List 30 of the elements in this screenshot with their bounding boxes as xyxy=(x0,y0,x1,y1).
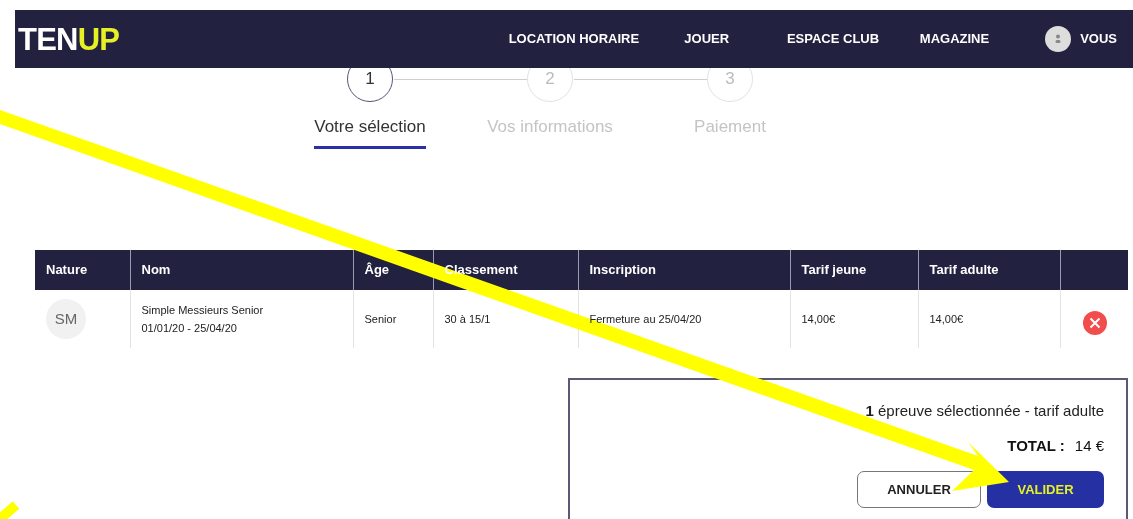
column-header: Classement xyxy=(444,262,518,278)
table-cell: Fermeture au 25/04/20 xyxy=(589,312,702,325)
total-value: 14 € xyxy=(1074,435,1104,456)
event-name: Simple Messieurs Senior xyxy=(141,302,265,318)
column-header: Nom xyxy=(141,262,171,278)
cancel-button[interactable]: ANNULER xyxy=(857,471,981,508)
logo-text[interactable]: UP xyxy=(77,23,120,55)
table-cell: 30 à 15/1 xyxy=(444,312,491,325)
column-header: Âge xyxy=(364,262,390,278)
column-header: Inscription xyxy=(589,262,656,278)
event-dates: 01/01/20 - 25/04/20 xyxy=(141,321,238,336)
nav-link[interactable]: JOUER xyxy=(639,29,730,49)
total-label: TOTAL : xyxy=(1007,435,1065,456)
selection-summary: 1 épreuve sélectionnée - tarif adulte xyxy=(865,401,1104,421)
delete-icon[interactable] xyxy=(1082,311,1107,335)
column-header: Tarif jeune xyxy=(801,262,867,278)
column-header: Tarif adulte xyxy=(929,262,999,278)
nav-link[interactable]: MAGAZINE xyxy=(879,29,990,49)
user-link[interactable]: VOUS xyxy=(1080,29,1117,49)
table-cell: Senior xyxy=(364,312,397,325)
nav-link[interactable]: LOCATION HORAIRE xyxy=(471,29,640,49)
table-cell: 14,00€ xyxy=(929,312,964,325)
step-tab[interactable]: Votre sélection xyxy=(314,114,426,149)
validate-button[interactable]: VALIDER xyxy=(987,471,1104,508)
nav-link[interactable]: ESPACE CLUB xyxy=(729,29,880,49)
table-cell: 14,00€ xyxy=(801,312,836,325)
logo-text[interactable]: TEN xyxy=(18,23,78,55)
avatar-icon[interactable] xyxy=(1045,26,1072,52)
column-header: Nature xyxy=(46,262,88,278)
avatar: SM xyxy=(46,299,86,339)
